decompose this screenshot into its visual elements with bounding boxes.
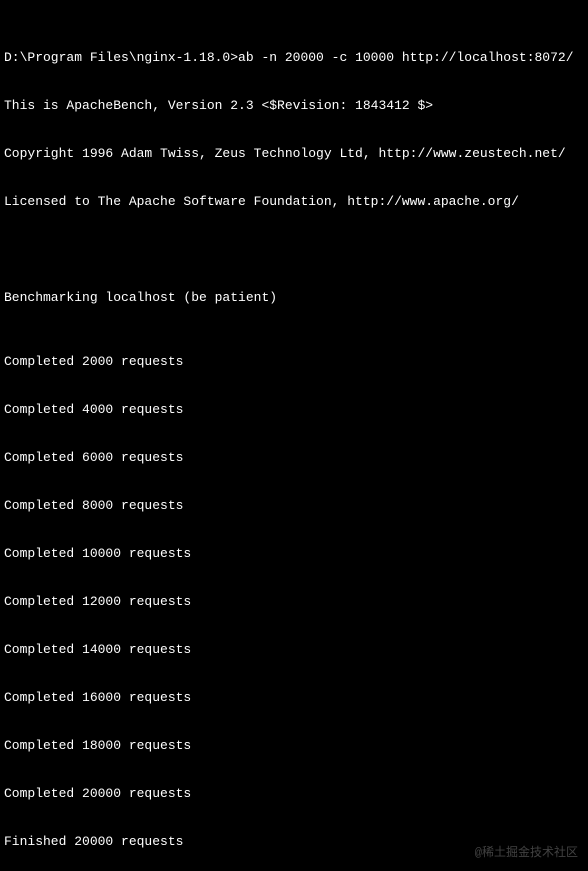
benchmark-line: Benchmarking localhost (be patient) <box>4 290 584 306</box>
blank-line <box>4 242 584 258</box>
ab-header-line2: Copyright 1996 Adam Twiss, Zeus Technolo… <box>4 146 584 162</box>
ab-header-line3: Licensed to The Apache Software Foundati… <box>4 194 584 210</box>
prompt-command: ab -n 20000 -c 10000 http://localhost:80… <box>238 50 573 65</box>
prompt-line: D:\Program Files\nginx-1.18.0>ab -n 2000… <box>4 50 584 66</box>
progress-line: Completed 18000 requests <box>4 738 584 754</box>
progress-line: Completed 14000 requests <box>4 642 584 658</box>
progress-line: Completed 4000 requests <box>4 402 584 418</box>
progress-line: Finished 20000 requests <box>4 834 584 850</box>
progress-line: Completed 2000 requests <box>4 354 584 370</box>
progress-line: Completed 20000 requests <box>4 786 584 802</box>
progress-line: Completed 10000 requests <box>4 546 584 562</box>
prompt-path: D:\Program Files\nginx-1.18.0> <box>4 50 238 65</box>
terminal-output[interactable]: D:\Program Files\nginx-1.18.0>ab -n 2000… <box>0 0 588 871</box>
progress-line: Completed 16000 requests <box>4 690 584 706</box>
progress-line: Completed 8000 requests <box>4 498 584 514</box>
progress-line: Completed 12000 requests <box>4 594 584 610</box>
ab-header-line1: This is ApacheBench, Version 2.3 <$Revis… <box>4 98 584 114</box>
progress-line: Completed 6000 requests <box>4 450 584 466</box>
